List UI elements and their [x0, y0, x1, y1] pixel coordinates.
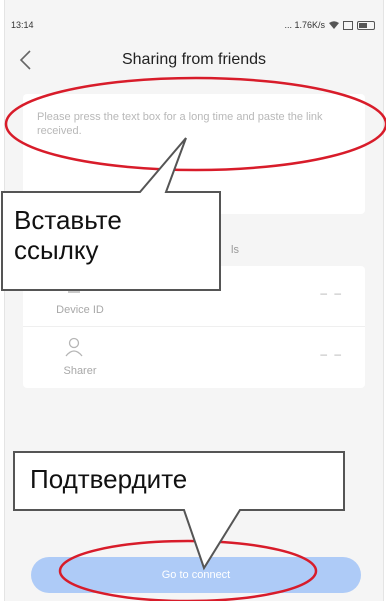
- info-row-device-id: Device ID – –: [23, 266, 365, 327]
- section-label: ls: [231, 244, 239, 256]
- sharer-label: Sharer: [63, 365, 97, 377]
- sharer-value: – –: [320, 347, 343, 361]
- battery-icon: [357, 20, 375, 30]
- status-time: 13:14: [11, 20, 34, 30]
- status-bar: 13:14 ... 1.76K/s: [5, 0, 383, 38]
- sim-icon: [343, 20, 353, 30]
- callout-paste-line1: Вставьте: [14, 205, 122, 235]
- device-id-value: – –: [320, 286, 343, 300]
- callout-paste-line2: ссылку: [14, 235, 99, 265]
- callout-confirm-text: Подтвердите: [30, 464, 188, 494]
- nav-bar: Sharing from friends: [5, 38, 383, 82]
- network-speed: ... 1.76K/s: [284, 20, 325, 30]
- phone-screen: 13:14 ... 1.76K/s Sharing from friends P…: [4, 0, 384, 601]
- status-indicators: ... 1.76K/s: [284, 20, 375, 30]
- link-text-placeholder: Please press the text box for a long tim…: [37, 111, 323, 137]
- callout-paste-text: Вставьте ссылку: [14, 205, 122, 265]
- link-text-box[interactable]: Please press the text box for a long tim…: [23, 94, 365, 214]
- share-info-card: Device ID – – Sharer – –: [23, 266, 365, 388]
- info-row-sharer: Sharer – –: [23, 327, 365, 387]
- go-to-connect-button[interactable]: Go to connect: [31, 557, 361, 593]
- page-title: Sharing from friends: [121, 51, 267, 68]
- device-icon: [68, 291, 80, 293]
- user-icon: [65, 337, 83, 357]
- device-id-label: Device ID: [56, 304, 104, 316]
- wifi-icon: [329, 21, 339, 29]
